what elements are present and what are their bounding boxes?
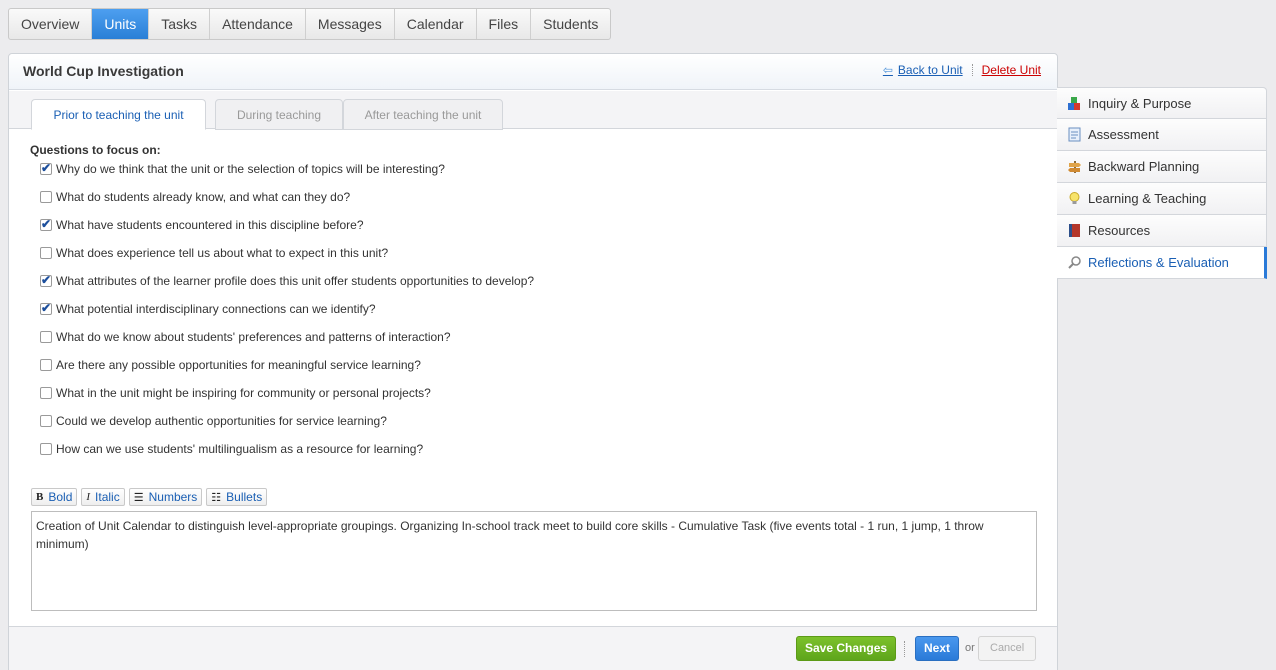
question-checkbox[interactable]	[40, 331, 52, 343]
bullets-label: Bullets	[226, 490, 263, 504]
bold-label: Bold	[48, 490, 73, 504]
document-icon	[1067, 127, 1082, 142]
tab-after-teaching[interactable]: After teaching the unit	[343, 99, 503, 130]
question-checkbox[interactable]	[40, 191, 52, 203]
sidebar-item-label: Reflections & Evaluation	[1088, 255, 1229, 270]
tab-students[interactable]: Students	[531, 9, 610, 39]
tab-units[interactable]: Units	[92, 9, 150, 39]
sidebar-item-label: Inquiry & Purpose	[1088, 95, 1192, 111]
page-title: World Cup Investigation	[23, 63, 184, 79]
book-icon	[1067, 223, 1082, 238]
question-label: How can we use students' multilingualism…	[56, 442, 424, 456]
or-label: or	[965, 642, 975, 654]
question-label: What do students already know, and what …	[56, 190, 351, 204]
sidebar-item-backward-planning[interactable]: Backward Planning	[1057, 151, 1267, 183]
link-divider	[971, 64, 973, 76]
sidebar-item-label: Backward Planning	[1088, 159, 1200, 174]
panel-footer: Save Changes Next or Cancel	[9, 626, 1057, 670]
sidebar-item-resources[interactable]: Resources	[1057, 215, 1267, 247]
question-item[interactable]: What in the unit might be inspiring for …	[40, 379, 534, 407]
question-item[interactable]: Could we develop authentic opportunities…	[40, 407, 534, 435]
cancel-button[interactable]: Cancel	[978, 636, 1037, 661]
question-checkbox[interactable]	[40, 415, 52, 427]
numbers-button[interactable]: ☰ Numbers	[128, 488, 203, 506]
question-checkbox[interactable]	[40, 247, 52, 259]
back-arrow-icon: ⇦	[882, 63, 893, 77]
tab-attendance[interactable]: Attendance	[210, 9, 306, 39]
tab-during-teaching[interactable]: During teaching	[215, 99, 343, 130]
question-checkbox[interactable]	[40, 359, 52, 371]
italic-label: Italic	[95, 490, 120, 504]
italic-button[interactable]: I Italic	[81, 488, 125, 506]
bullet-list-icon: ☷	[211, 491, 222, 504]
subtabs: Prior to teaching the unit During teachi…	[9, 91, 1057, 130]
question-checkbox[interactable]	[40, 301, 52, 315]
question-label: What potential interdisciplinary connect…	[56, 302, 376, 316]
question-item[interactable]: What have students encountered in this d…	[40, 211, 534, 239]
bold-icon: B	[36, 491, 44, 503]
magnifier-icon	[1067, 255, 1082, 270]
sidebar-item-inquiry-purpose[interactable]: Inquiry & Purpose	[1057, 87, 1267, 119]
question-label: Could we develop authentic opportunities…	[56, 414, 387, 428]
unit-panel: World Cup Investigation ⇦ Back to Unit D…	[8, 53, 1058, 670]
footer-divider	[904, 641, 905, 657]
save-changes-button[interactable]: Save Changes	[796, 636, 897, 661]
sidebar-item-assessment[interactable]: Assessment	[1057, 119, 1267, 151]
header-links: ⇦ Back to Unit Delete Unit	[883, 63, 1041, 77]
question-item[interactable]: What does experience tell us about what …	[40, 239, 534, 267]
numbered-list-icon: ☰	[133, 491, 144, 504]
question-checkbox[interactable]	[40, 217, 52, 231]
question-item[interactable]: What do we know about students' preferen…	[40, 323, 534, 351]
editor-toolbar: B Bold I Italic ☰ Numbers ☷ Bullets	[31, 488, 268, 506]
question-label: What do we know about students' preferen…	[56, 330, 451, 344]
sidebar-item-label: Assessment	[1088, 127, 1159, 142]
question-item[interactable]: What potential interdisciplinary connect…	[40, 295, 534, 323]
question-item[interactable]: How can we use students' multilingualism…	[40, 435, 534, 463]
sidebar-item-reflections-evaluation[interactable]: Reflections & Evaluation	[1057, 247, 1267, 279]
signpost-icon	[1067, 159, 1082, 174]
next-button[interactable]: Next	[915, 636, 960, 661]
tab-calendar[interactable]: Calendar	[395, 9, 477, 39]
question-label: What in the unit might be inspiring for …	[56, 386, 431, 400]
unit-sections-sidebar: Inquiry & Purpose Assessment Backward Pl…	[1057, 87, 1267, 279]
question-label: Are there any possible opportunities for…	[56, 358, 421, 372]
sidebar-item-label: Learning & Teaching	[1088, 191, 1207, 206]
question-label: What attributes of the learner profile d…	[56, 274, 535, 288]
reflection-textarea[interactable]: Creation of Unit Calendar to distinguish…	[31, 511, 1037, 611]
tab-messages[interactable]: Messages	[306, 9, 395, 39]
tab-overview[interactable]: Overview	[9, 9, 93, 39]
back-to-unit-label: Back to Unit	[897, 63, 963, 77]
sidebar-item-label: Resources	[1088, 223, 1151, 238]
blocks-icon	[1067, 96, 1082, 111]
delete-unit-link[interactable]: Delete Unit	[982, 63, 1041, 77]
tab-tasks[interactable]: Tasks	[149, 9, 211, 39]
question-label: Why do we think that the unit or the sel…	[56, 162, 445, 176]
questions-list: Why do we think that the unit or the sel…	[40, 155, 534, 463]
tab-prior-to-teaching[interactable]: Prior to teaching the unit	[31, 99, 206, 130]
question-item[interactable]: Are there any possible opportunities for…	[40, 351, 534, 379]
italic-icon: I	[86, 491, 91, 503]
tab-files[interactable]: Files	[477, 9, 532, 39]
lightbulb-icon	[1067, 191, 1082, 206]
question-checkbox[interactable]	[40, 273, 52, 287]
top-nav: Overview Units Tasks Attendance Messages…	[8, 8, 612, 40]
question-label: What have students encountered in this d…	[56, 218, 364, 232]
panel-header: World Cup Investigation ⇦ Back to Unit D…	[9, 54, 1057, 90]
question-item[interactable]: What do students already know, and what …	[40, 183, 534, 211]
bold-button[interactable]: B Bold	[31, 488, 78, 506]
question-item[interactable]: Why do we think that the unit or the sel…	[40, 155, 534, 183]
question-item[interactable]: What attributes of the learner profile d…	[40, 267, 534, 295]
numbers-label: Numbers	[148, 490, 198, 504]
sidebar-item-learning-teaching[interactable]: Learning & Teaching	[1057, 183, 1267, 215]
question-checkbox[interactable]	[40, 443, 52, 455]
question-label: What does experience tell us about what …	[56, 246, 389, 260]
bullets-button[interactable]: ☷ Bullets	[206, 488, 268, 506]
question-checkbox[interactable]	[40, 387, 52, 399]
back-to-unit-link[interactable]: ⇦ Back to Unit	[883, 63, 963, 77]
question-checkbox[interactable]	[40, 161, 52, 175]
